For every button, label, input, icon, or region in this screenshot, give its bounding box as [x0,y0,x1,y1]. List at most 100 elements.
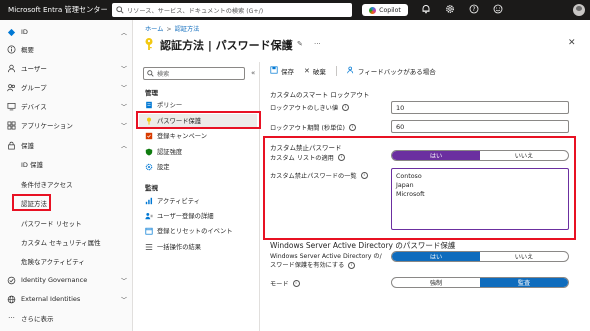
wsad-enable-text-2: スワード保護を有効にする [270,262,345,269]
menu-item-label: ユーザー登録の詳細 [157,213,214,220]
chevron-up-icon: ︿ [121,142,128,150]
banned-password-list-textarea[interactable]: Contoso Japan Microsoft [391,168,569,230]
help-icon[interactable]: ? [468,4,480,16]
menu-item-label: 登録キャンペーン [157,133,208,140]
menu-search-input[interactable]: 検索 [143,67,245,80]
mode-toggle[interactable]: 強制 監査 [391,277,569,288]
avatar[interactable] [573,4,585,16]
enforce-list-toggle[interactable]: はい いいえ [391,150,569,161]
menu-item-bulk-operation-results[interactable]: 一括操作の結果 [139,240,257,253]
nav-item-risky-activity[interactable]: 危険なアクティビティ [0,254,133,268]
menu-item-label: 登録とリセットのイベント [157,228,233,235]
info-icon[interactable]: i [292,280,300,287]
info-icon[interactable]: i [337,154,345,161]
search-icon [147,70,154,77]
command-bar: 保存 ✕ 破棄 フィードバックがある場合 [270,66,446,76]
breadcrumb-current[interactable]: 認証方法 [175,26,200,33]
wsad-enable-text-1: Windows Server Active Directory の/ [270,253,382,260]
enforce-list-text: カスタム リストの適用 [270,155,334,162]
lockout-duration-input[interactable]: 60 [391,120,569,133]
info-icon[interactable]: i [348,124,356,131]
banned-password-entry: Japan [396,182,414,189]
top-bar: Microsoft Entra 管理センター リソース、サービス、ドキュメントの… [0,0,590,20]
menu-item-activity[interactable]: アクティビティ [139,194,257,207]
nav-label: 概要 [21,46,34,54]
menu-item-policies[interactable]: ポリシー [139,98,257,111]
lockout-duration-label: ロックアウト期間 (秒単位) i [270,123,356,132]
mode-audit-option[interactable]: 監査 [480,278,568,287]
chevron-down-icon: ﹀ [121,296,128,304]
feedback-label: フィードバックがある場合 [357,68,436,76]
mode-enforced-option[interactable]: 強制 [392,278,480,287]
save-label: 保存 [281,68,294,76]
brand-title[interactable]: Microsoft Entra 管理センター [8,5,118,15]
feedback-person-icon [347,66,355,76]
feedback-icon[interactable] [492,4,504,16]
manage-header: 管理 [145,89,158,97]
feedback-button[interactable]: フィードバックがある場合 [347,66,436,76]
nav-item-users[interactable]: ユーザー ﹀ [0,61,133,75]
nav-item-show-more[interactable]: ··· さらに表示 [0,311,133,325]
menu-item-label: 認証強度 [157,149,183,156]
banned-password-entry: Contoso [396,173,422,180]
menu-item-auth-strength[interactable]: 認証強度 [139,145,257,158]
banned-passwords-title: カスタム禁止パスワード [270,144,342,152]
nav-item-external-identities[interactable]: External Identities ﹀ [0,292,133,306]
lockout-threshold-input[interactable]: 10 [391,101,569,114]
nav-item-password-reset[interactable]: パスワード リセット [0,216,133,230]
nav-item-id-protection[interactable]: ID 保護 [0,157,133,171]
enforce-no-option[interactable]: いいえ [480,151,568,160]
monitor-header: 監視 [145,184,158,192]
info-icon[interactable]: i [348,262,356,269]
collapse-menu-icon[interactable]: « [251,69,255,77]
wsad-enable-toggle[interactable]: はい いいえ [391,251,569,262]
menu-item-registration-reset-events[interactable]: 登録とリセットのイベント [139,224,257,237]
nav-item-applications[interactable]: アプリケーション ﹀ [0,118,133,132]
save-icon [270,66,278,76]
breadcrumb-home[interactable]: ホーム [145,26,163,33]
more-options-icon[interactable]: ··· [314,40,321,48]
nav-item-identity-governance[interactable]: Identity Governance ﹀ [0,273,133,287]
menu-item-registration-campaign[interactable]: 登録キャンペーン [139,129,257,142]
save-button[interactable]: 保存 [270,66,294,76]
lockout-threshold-label: ロックアウトのしきい値 i [270,103,350,112]
nav-item-conditional-access[interactable]: 条件付きアクセス [0,177,133,191]
apps-icon [7,121,16,130]
nav-item-groups[interactable]: グループ ﹀ [0,80,133,94]
global-search-input[interactable]: リソース、サービス、ドキュメントの検索 (G+/) [112,3,352,17]
copilot-button[interactable]: Copilot [362,4,408,16]
gear-icon[interactable] [444,4,456,16]
nav-item-id[interactable]: ID ︿ [0,25,133,39]
lockout-duration-text: ロックアウト期間 (秒単位) [270,125,345,132]
menu-item-label: アクティビティ [157,198,201,205]
nav-item-custom-security-attributes[interactable]: カスタム セキュリティ属性 [0,235,133,249]
pin-icon[interactable]: ✎ [297,40,303,48]
lockout-threshold-text: ロックアウトのしきい値 [270,105,339,112]
nav-label: Identity Governance [21,276,88,284]
nav-item-protection[interactable]: 保護 ︿ [0,138,133,152]
close-icon: ✕ [304,67,310,75]
key-icon [145,38,153,50]
nav-label: グループ [21,84,47,92]
wsad-title: Windows Server Active Directory のパスワード保護 [270,241,456,250]
shield-icon [145,148,153,156]
info-icon[interactable]: i [360,172,368,179]
nav-label: デバイス [21,103,47,111]
bell-icon[interactable] [420,4,432,16]
menu-item-user-registration-details[interactable]: ユーザー登録の詳細 [139,209,257,222]
user-list-icon [145,212,153,220]
nav-item-devices[interactable]: デバイス ﹀ [0,99,133,113]
wsad-yes-option[interactable]: はい [392,252,480,261]
highlight-box [12,194,51,211]
wsad-no-option[interactable]: いいえ [480,252,568,261]
devices-icon [7,102,16,111]
nav-item-overview[interactable]: 概要 [0,42,133,56]
chevron-down-icon: ﹀ [121,65,128,73]
close-icon[interactable]: ✕ [568,38,576,48]
menu-item-settings[interactable]: 設定 [139,160,257,173]
enforce-yes-option[interactable]: はい [392,151,480,160]
discard-button[interactable]: ✕ 破棄 [304,66,326,76]
banned-password-entry: Microsoft [396,191,425,198]
info-icon[interactable]: i [342,104,350,111]
nav-label: パスワード リセット [21,220,82,228]
